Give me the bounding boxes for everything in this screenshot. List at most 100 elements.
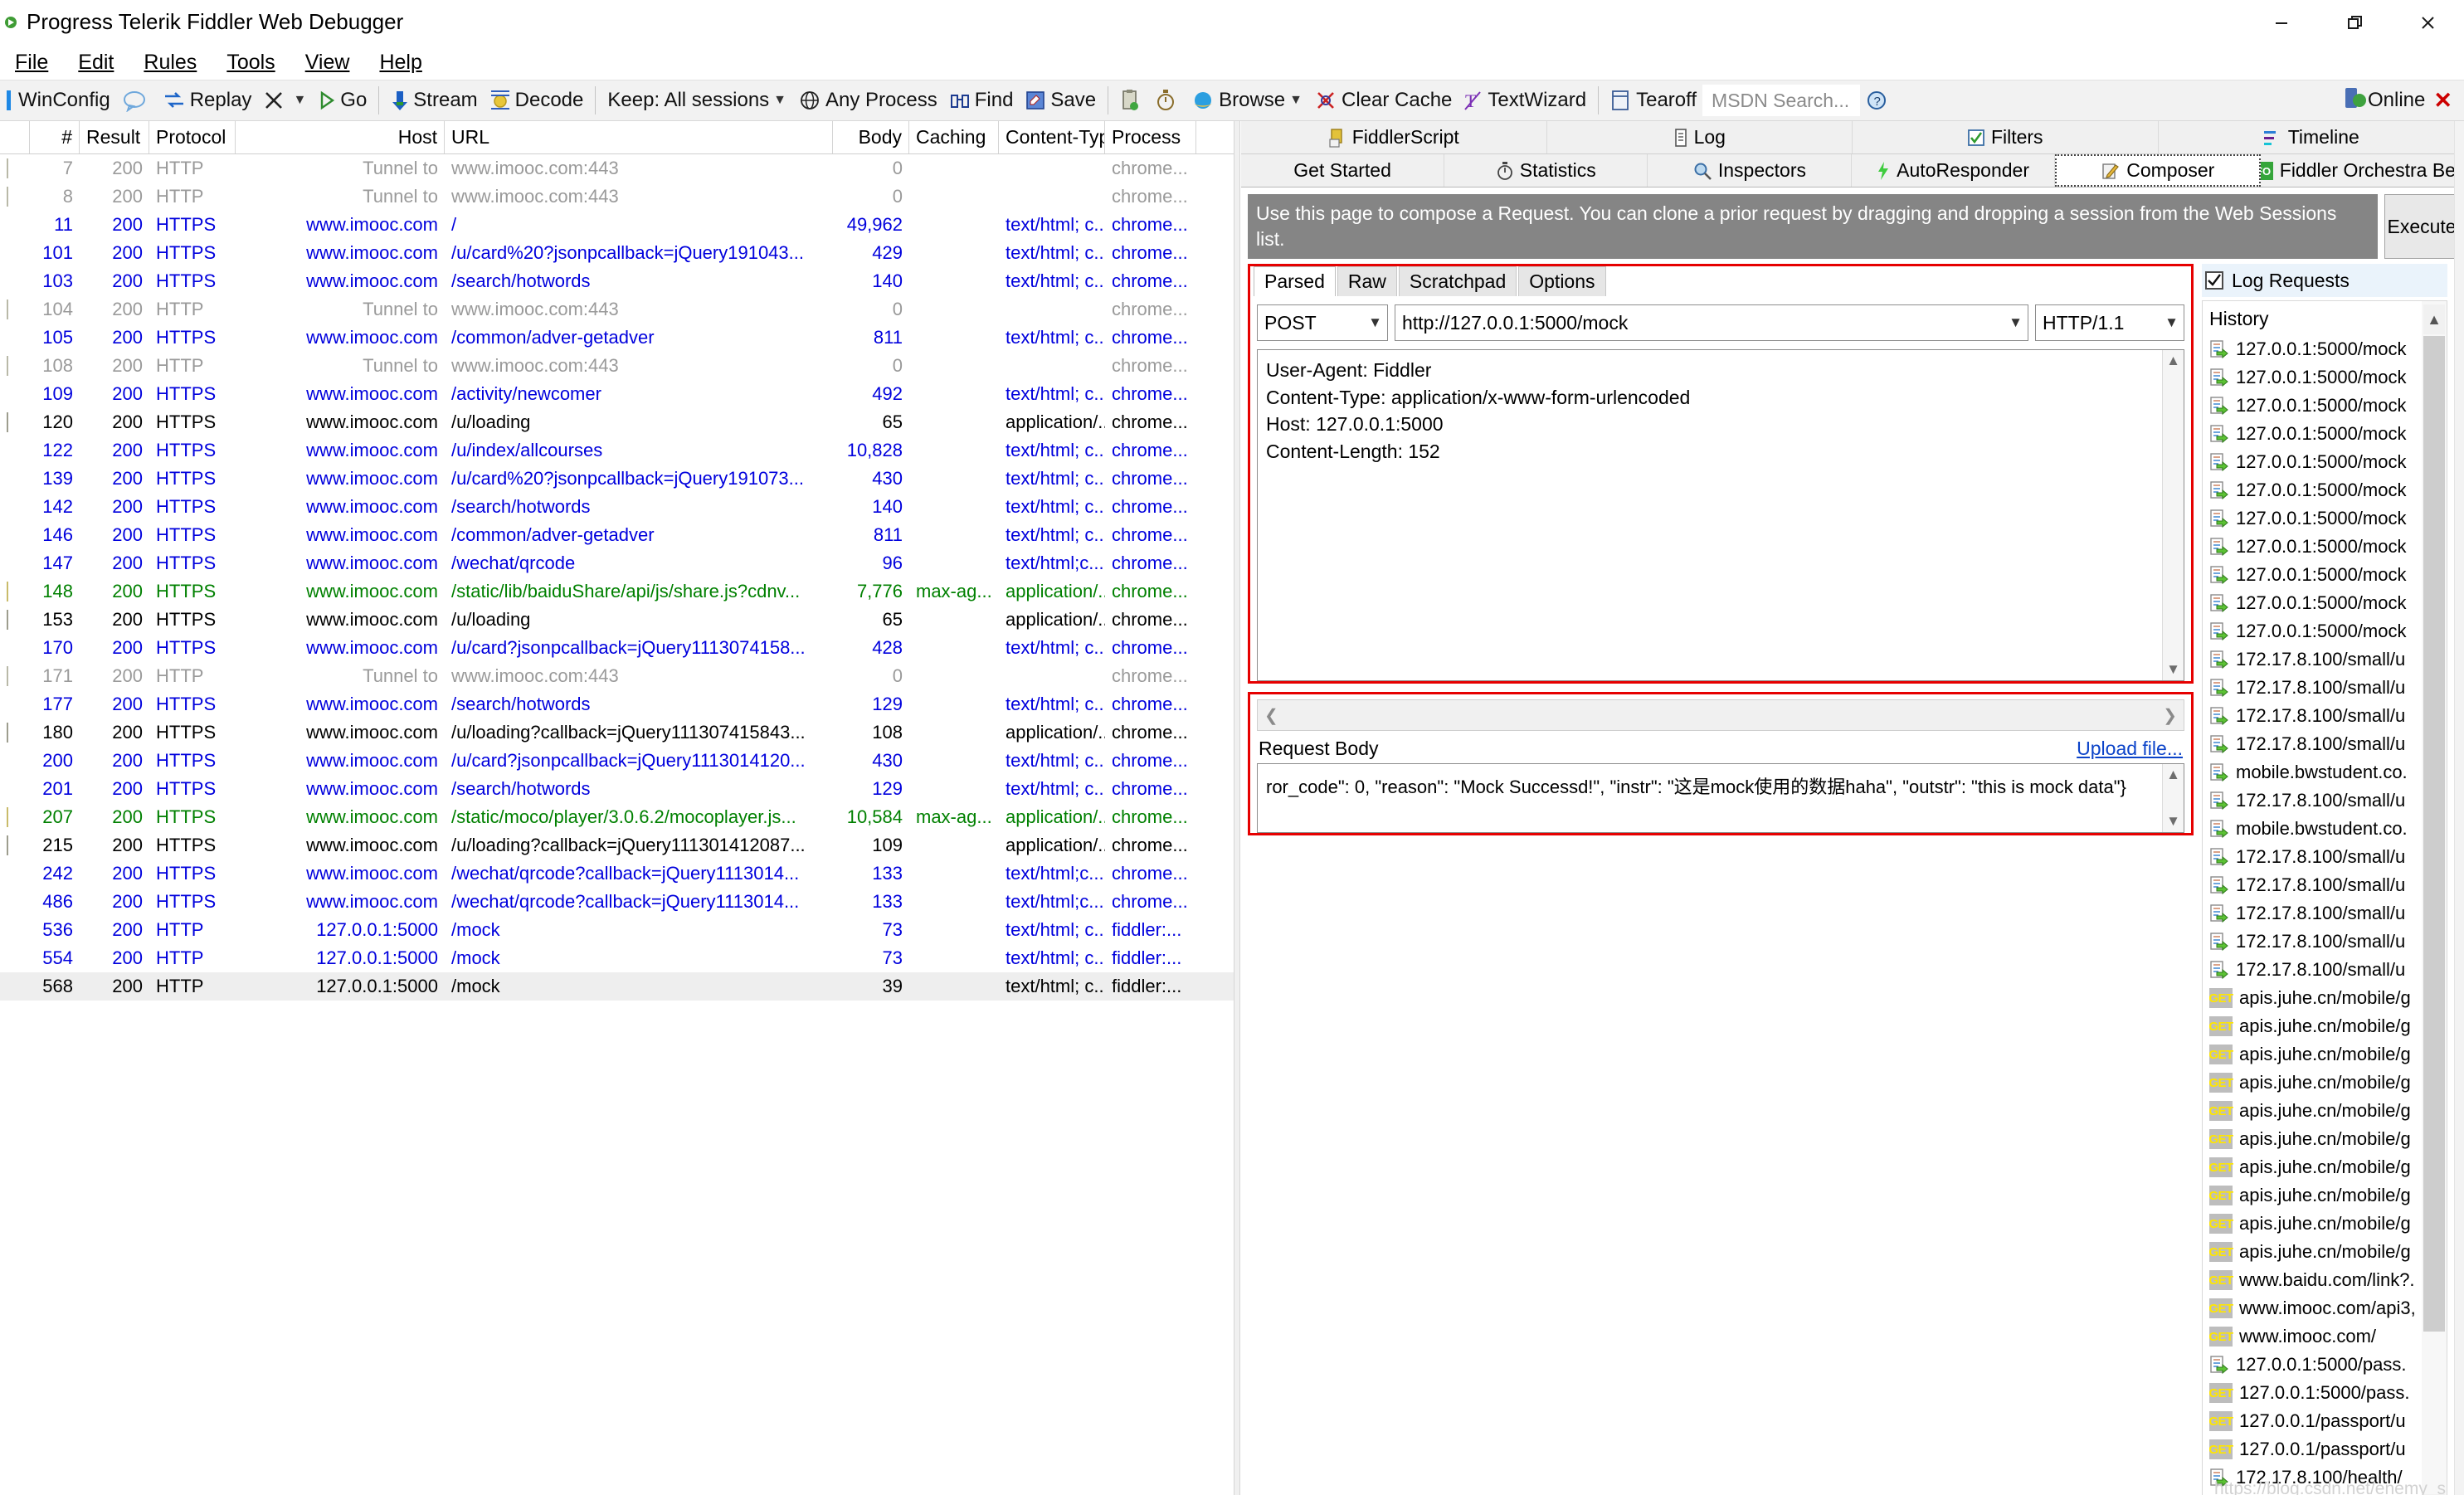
keep-dropdown-caret-icon[interactable]: ▼ bbox=[773, 93, 786, 108]
log-requests-checkbox[interactable] bbox=[2205, 271, 2223, 290]
table-row[interactable]: 153 200 HTTPS www.imooc.com/u/loading 65 appl… bbox=[0, 606, 1234, 634]
composer-subtab-parsed[interactable]: Parsed bbox=[1254, 265, 1336, 297]
headers-vertical-scrollbar[interactable]: ▲ ▼ bbox=[2162, 350, 2184, 681]
table-row[interactable]: 554 200 HTTP 127.0.0.1:5000/mock 73 text/html… bbox=[0, 944, 1234, 972]
table-row[interactable]: 147 200 HTTPS www.imooc.com/wechat/qrcode 96… bbox=[0, 549, 1234, 577]
list-item[interactable]: GET apis.juhe.cn/mobile/g bbox=[2203, 1097, 2447, 1125]
request-headers-textarea[interactable]: User-Agent: Fiddler Content-Type: applic… bbox=[1257, 349, 2184, 682]
table-row[interactable]: 108 200 HTTP Tunnel to www.imooc.com:443 0 chr… bbox=[0, 352, 1234, 380]
save-button[interactable]: Save bbox=[1019, 81, 1102, 119]
table-row[interactable]: 109 200 HTTPS www.imooc.com/activity/newcom… bbox=[0, 380, 1234, 408]
toolbar-close-icon[interactable]: ✕ bbox=[2425, 88, 2464, 114]
list-item[interactable]: GET 127.0.0.1/passport/u bbox=[2203, 1435, 2447, 1463]
table-row[interactable]: 536 200 HTTP 127.0.0.1:5000/mock 73 text/html… bbox=[0, 916, 1234, 944]
tab-composer[interactable]: Composer bbox=[2054, 154, 2261, 187]
request-url-input[interactable]: http://127.0.0.1:5000/mock ▼ bbox=[1395, 304, 2028, 342]
tab-timeline[interactable]: Timeline bbox=[2158, 121, 2464, 153]
composer-subtab-raw[interactable]: Raw bbox=[1337, 265, 1397, 297]
table-row[interactable]: 201 200 HTTPS www.imooc.com/search/hotwords… bbox=[0, 775, 1234, 803]
comment-button[interactable] bbox=[116, 81, 157, 119]
table-row[interactable]: 142 200 HTTPS www.imooc.com/search/hotwords… bbox=[0, 493, 1234, 521]
tearoff-button[interactable]: Tearoff bbox=[1605, 81, 1702, 119]
list-item[interactable]: 127.0.0.1:5000/mock bbox=[2203, 504, 2447, 533]
list-item[interactable]: GET apis.juhe.cn/mobile/g bbox=[2203, 1238, 2447, 1266]
clear-cache-button[interactable]: Clear Cache bbox=[1308, 81, 1458, 119]
history-list[interactable]: 127.0.0.1:5000/mock 127.0.0.1:5000/mock 12… bbox=[2203, 335, 2447, 1492]
menu-file[interactable]: File bbox=[0, 51, 63, 75]
list-item[interactable]: GET apis.juhe.cn/mobile/g bbox=[2203, 984, 2447, 1012]
list-item[interactable]: 127.0.0.1:5000/mock bbox=[2203, 476, 2447, 504]
table-row[interactable]: 177 200 HTTPS www.imooc.com/search/hotwords… bbox=[0, 690, 1234, 718]
table-row[interactable]: 207 200 HTTPS www.imooc.com/static/moco/pla… bbox=[0, 803, 1234, 831]
scroll-down-icon[interactable]: ▼ bbox=[2166, 659, 2180, 680]
upload-file-link[interactable]: Upload file... bbox=[2077, 738, 2183, 760]
list-item[interactable]: GET apis.juhe.cn/mobile/g bbox=[2203, 1040, 2447, 1069]
execute-button[interactable]: Execute bbox=[2384, 194, 2459, 260]
remove-dropdown-caret-icon[interactable]: ▼ bbox=[293, 93, 306, 108]
list-item[interactable]: GET apis.juhe.cn/mobile/g bbox=[2203, 1153, 2447, 1181]
msdn-search-input[interactable]: MSDN Search... bbox=[1702, 85, 1861, 116]
col-header-id[interactable]: # bbox=[30, 121, 80, 153]
menu-help[interactable]: Help bbox=[364, 51, 436, 75]
history-scroll-up-icon[interactable]: ▲ bbox=[2423, 304, 2445, 335]
list-item[interactable]: 172.17.8.100/small/u bbox=[2203, 674, 2447, 702]
table-row[interactable]: 200 200 HTTPS www.imooc.com/u/card?jsonpcal… bbox=[0, 747, 1234, 775]
list-item[interactable]: 127.0.0.1:5000/mock bbox=[2203, 392, 2447, 420]
go-button[interactable]: Go bbox=[312, 81, 373, 119]
stream-button[interactable]: Stream bbox=[385, 81, 483, 119]
tab-statistics[interactable]: Statistics bbox=[1444, 154, 1648, 187]
table-row[interactable]: 105 200 HTTPS www.imooc.com/common/adver-ge… bbox=[0, 324, 1234, 352]
vertical-splitter[interactable] bbox=[1234, 121, 1240, 1495]
composer-horizontal-scrollbar[interactable]: ❮ ❯ bbox=[1257, 699, 2184, 732]
table-row[interactable]: 242 200 HTTPS www.imooc.com/wechat/qrcode?c… bbox=[0, 860, 1234, 888]
list-item[interactable]: 127.0.0.1:5000/mock bbox=[2203, 589, 2447, 617]
list-item[interactable]: 127.0.0.1:5000/mock bbox=[2203, 420, 2447, 448]
history-panel[interactable]: History 127.0.0.1:5000/mock 127.0.0.1:500… bbox=[2202, 300, 2447, 1495]
menu-rules[interactable]: Rules bbox=[129, 51, 212, 75]
scroll-up-icon[interactable]: ▲ bbox=[2166, 764, 2180, 786]
history-scrollbar[interactable] bbox=[2422, 301, 2447, 1495]
list-item[interactable]: 127.0.0.1:5000/mock bbox=[2203, 533, 2447, 561]
table-row[interactable]: 104 200 HTTP Tunnel to www.imooc.com:443 0 chr… bbox=[0, 295, 1234, 324]
list-item[interactable]: GET apis.juhe.cn/mobile/g bbox=[2203, 1125, 2447, 1153]
remove-button[interactable]: ▼ bbox=[257, 81, 312, 119]
timer-button[interactable] bbox=[1150, 81, 1186, 119]
scroll-left-icon[interactable]: ❮ bbox=[1264, 705, 1278, 726]
list-item[interactable]: 172.17.8.100/small/u bbox=[2203, 645, 2447, 674]
clipboard-button[interactable] bbox=[1114, 81, 1150, 119]
close-button[interactable] bbox=[2391, 0, 2464, 45]
table-row[interactable]: 148 200 HTTPS www.imooc.com/static/lib/baid… bbox=[0, 577, 1234, 606]
list-item[interactable]: 172.17.8.100/small/u bbox=[2203, 843, 2447, 871]
menu-tools[interactable]: Tools bbox=[212, 51, 290, 75]
list-item[interactable]: 172.17.8.100/health/ bbox=[2203, 1463, 2447, 1492]
body-vertical-scrollbar[interactable]: ▲ ▼ bbox=[2162, 764, 2184, 833]
composer-subtab-options[interactable]: Options bbox=[1518, 265, 1606, 297]
table-row[interactable]: 139 200 HTTPS www.imooc.com/u/card%20?jsonp… bbox=[0, 465, 1234, 493]
list-item[interactable]: GET 127.0.0.1/passport/u bbox=[2203, 1407, 2447, 1435]
list-item[interactable]: 127.0.0.1:5000/mock bbox=[2203, 617, 2447, 645]
table-row[interactable]: 7 200 HTTP Tunnel to www.imooc.com:443 0 chrom… bbox=[0, 154, 1234, 183]
online-status-button[interactable]: Online bbox=[2343, 85, 2425, 116]
any-process-button[interactable]: Any Process bbox=[792, 81, 943, 119]
tab-log[interactable]: Log bbox=[1546, 121, 1853, 153]
list-item[interactable]: 127.0.0.1:5000/mock bbox=[2203, 363, 2447, 392]
table-row[interactable]: 180 200 HTTPS www.imooc.com/u/loading?callb… bbox=[0, 718, 1234, 747]
winconfig-button[interactable]: WinConfig bbox=[0, 81, 116, 119]
find-button[interactable]: Find bbox=[943, 81, 1020, 119]
table-row[interactable]: 8 200 HTTP Tunnel to www.imooc.com:443 0 chrom… bbox=[0, 183, 1234, 211]
list-item[interactable]: GET 127.0.0.1:5000/pass. bbox=[2203, 1379, 2447, 1407]
right-pane-scrollbar[interactable] bbox=[2454, 121, 2464, 1495]
col-header-content-type[interactable]: Content-Type bbox=[999, 121, 1105, 153]
table-row[interactable]: 568 200 HTTP 127.0.0.1:5000/mock 39 text/html… bbox=[0, 972, 1234, 1001]
list-item[interactable]: GET apis.juhe.cn/mobile/g bbox=[2203, 1210, 2447, 1238]
list-item[interactable]: 172.17.8.100/small/u bbox=[2203, 899, 2447, 928]
tab-fiddler-orchestra-beta[interactable]: FO Fiddler Orchestra Beta bbox=[2260, 154, 2464, 187]
list-item[interactable]: GET apis.juhe.cn/mobile/g bbox=[2203, 1181, 2447, 1210]
keep-sessions-dropdown[interactable]: Keep: All sessions ▼ bbox=[601, 81, 792, 119]
table-row[interactable]: 103 200 HTTPS www.imooc.com/search/hotwords… bbox=[0, 267, 1234, 295]
col-header-icon[interactable] bbox=[0, 121, 30, 153]
list-item[interactable]: GET www.imooc.com/api3, bbox=[2203, 1294, 2447, 1322]
table-row[interactable]: 215 200 HTTPS www.imooc.com/u/loading?callb… bbox=[0, 831, 1234, 860]
table-row[interactable]: 120 200 HTTPS www.imooc.com/u/loading 65 appl… bbox=[0, 408, 1234, 436]
browse-button[interactable]: Browse ▼ bbox=[1186, 81, 1308, 119]
